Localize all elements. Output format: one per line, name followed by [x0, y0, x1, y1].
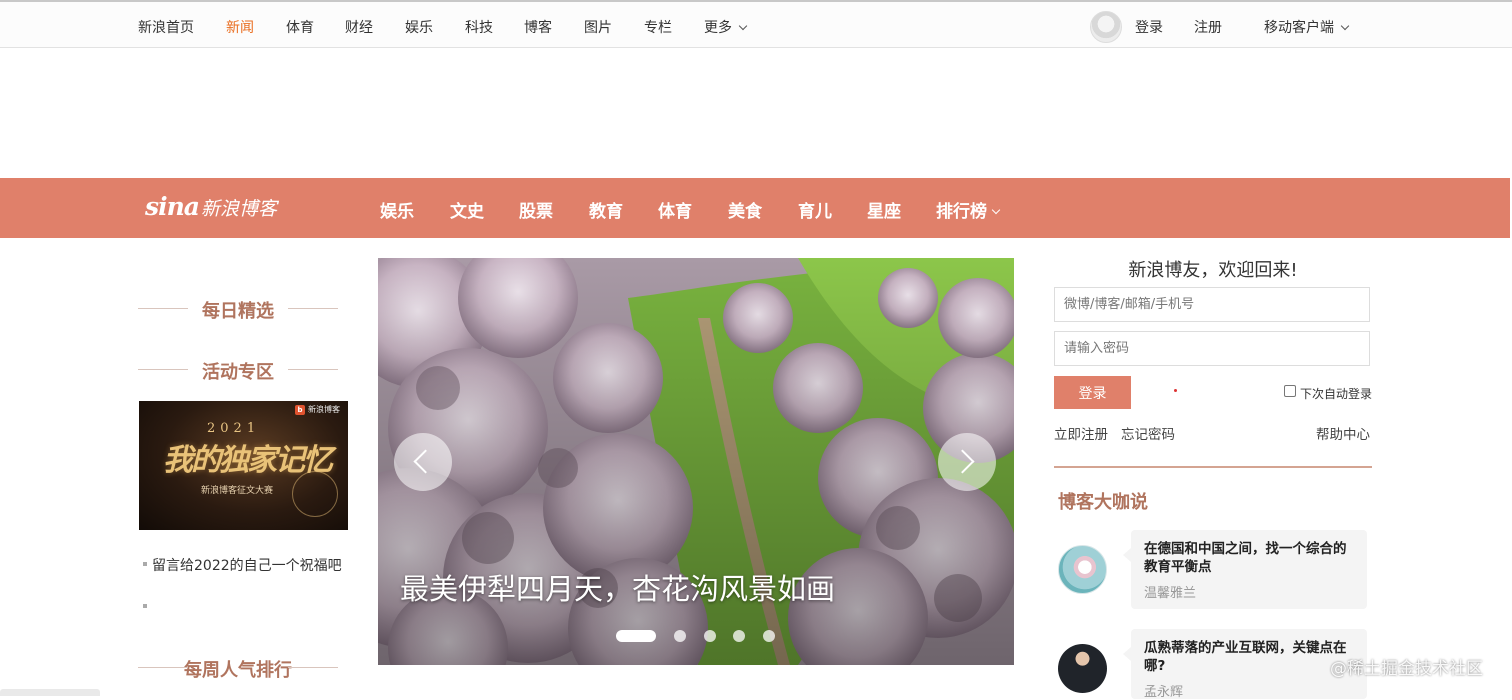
auto-login-checkbox[interactable]: [1284, 385, 1296, 397]
mobile-client-label: 移动客户端: [1264, 20, 1334, 36]
bloggers-title: 博客大咖说: [1058, 492, 1148, 513]
register-now-link[interactable]: 立即注册: [1054, 423, 1108, 443]
topnav-entertainment[interactable]: 娱乐: [405, 17, 433, 37]
section-divider: [1054, 466, 1372, 468]
topnav-photos[interactable]: 图片: [584, 17, 612, 37]
login-button[interactable]: 登录: [1054, 376, 1131, 409]
topnav-more[interactable]: 更多: [704, 17, 748, 37]
blognav-entertainment[interactable]: 娱乐: [380, 197, 414, 222]
register-link[interactable]: 注册: [1194, 17, 1222, 37]
chevron-right-icon: [950, 449, 975, 474]
clock-decoration-icon: [292, 471, 338, 517]
chevron-down-icon: [1340, 21, 1350, 31]
carousel-dot-1[interactable]: [616, 630, 656, 642]
list-bullet-icon: [143, 604, 147, 608]
mobile-client-menu[interactable]: 移动客户端: [1264, 17, 1350, 37]
carousel-prev-button[interactable]: [394, 433, 452, 491]
blogger-avatar[interactable]: [1058, 644, 1107, 693]
welcome-heading: 新浪博友，欢迎回来!: [1128, 260, 1298, 281]
promo-badge-label: 新浪博客: [308, 405, 340, 414]
topnav-home[interactable]: 新浪首页: [138, 17, 194, 37]
carousel-dot-4[interactable]: [733, 630, 745, 642]
promo-subtitle: 新浪博客征文大赛: [201, 486, 274, 496]
blognav-history[interactable]: 文史: [450, 197, 484, 222]
auto-login-label[interactable]: 下次自动登录: [1300, 385, 1372, 402]
logo-sina-text: sina: [145, 192, 200, 221]
chevron-left-icon: [413, 449, 438, 474]
blog-header-bar: sina 新浪博客 娱乐 文史 股票 教育 体育 美食 育儿 星座 排行榜: [0, 178, 1510, 238]
daily-picks-title: 每日精选: [138, 297, 338, 323]
blognav-parenting[interactable]: 育儿: [798, 197, 832, 222]
sina-blog-logo[interactable]: sina 新浪博客: [145, 192, 277, 221]
blognav-horoscope[interactable]: 星座: [867, 197, 901, 222]
promo-badge: b 新浪博客: [295, 404, 340, 415]
blognav-education[interactable]: 教育: [589, 197, 623, 222]
carousel-next-button[interactable]: [938, 433, 996, 491]
promo-year: 2021: [207, 421, 261, 436]
blogger-avatar[interactable]: [1058, 545, 1107, 594]
bottom-edge-tab: [0, 689, 100, 696]
blogger-post-card[interactable]: 在德国和中国之间，找一个综合的教育平衡点 温馨雅兰: [1123, 530, 1367, 609]
chevron-down-icon: [738, 21, 748, 31]
carousel-dot-3[interactable]: [704, 630, 716, 642]
post-title[interactable]: 瓜熟蒂落的产业互联网，关键点在哪?: [1144, 639, 1354, 675]
chevron-down-icon: [991, 205, 1001, 215]
carousel-caption[interactable]: 最美伊犁四月天，杏花沟风景如画: [400, 566, 835, 608]
events-title: 活动专区: [138, 358, 338, 384]
forgot-password-link[interactable]: 忘记密码: [1121, 423, 1175, 443]
topnav-more-label: 更多: [704, 20, 732, 36]
carousel-dot-5[interactable]: [763, 630, 775, 642]
topnav-columns[interactable]: 专栏: [644, 17, 672, 37]
carousel-dot-2[interactable]: [674, 630, 686, 642]
password-input[interactable]: [1054, 331, 1370, 366]
user-avatar-icon[interactable]: [1090, 11, 1122, 43]
post-author[interactable]: 孟永辉: [1144, 681, 1183, 700]
topnav-finance[interactable]: 财经: [345, 17, 373, 37]
event-list-item[interactable]: 留言给2022的自己一个祝福吧: [152, 555, 342, 575]
login-link[interactable]: 登录: [1135, 17, 1163, 37]
username-input[interactable]: [1054, 287, 1370, 322]
post-author[interactable]: 温馨雅兰: [1144, 582, 1196, 601]
blognav-food[interactable]: 美食: [728, 197, 762, 222]
help-center-link[interactable]: 帮助中心: [1316, 423, 1370, 443]
blognav-ranking-label: 排行榜: [936, 202, 987, 222]
topnav-blog[interactable]: 博客: [524, 17, 552, 37]
essay-contest-banner[interactable]: b 新浪博客 2021 我的独家记忆 新浪博客征文大赛: [139, 401, 348, 530]
blognav-ranking[interactable]: 排行榜: [936, 197, 1001, 222]
list-bullet-icon: [143, 562, 147, 566]
weekly-ranking-title: 每周人气排行: [138, 656, 338, 682]
topnav-news[interactable]: 新闻: [226, 17, 254, 37]
red-dot-icon: [1174, 389, 1177, 392]
blognav-sports[interactable]: 体育: [658, 197, 692, 222]
watermark-text: @稀土掘金技术社区: [1330, 659, 1483, 679]
post-title[interactable]: 在德国和中国之间，找一个综合的教育平衡点: [1144, 540, 1354, 576]
top-nav-bar: 新浪首页 新闻 体育 财经 娱乐 科技 博客 图片 专栏 更多 登录 注册 移动…: [0, 0, 1512, 48]
blognav-stocks[interactable]: 股票: [519, 197, 553, 222]
topnav-tech[interactable]: 科技: [465, 17, 493, 37]
topnav-sports[interactable]: 体育: [286, 17, 314, 37]
logo-blog-text: 新浪博客: [200, 198, 277, 220]
